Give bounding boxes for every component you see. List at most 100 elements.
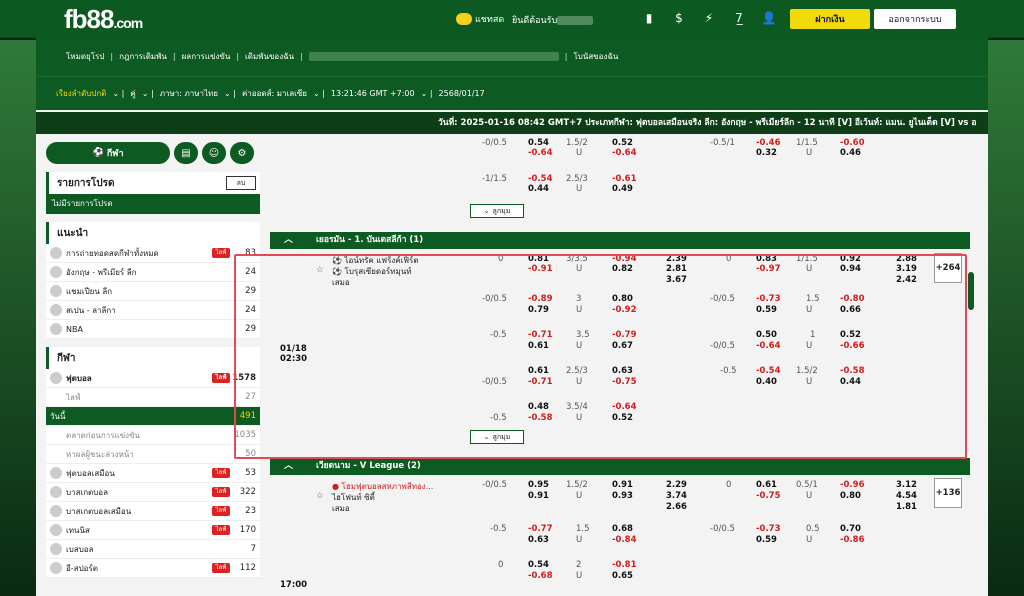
sidebar-item-recommended[interactable]: NBA 29	[46, 320, 260, 339]
settings-icon[interactable]: ⚙	[230, 142, 254, 164]
sport-icon	[50, 372, 62, 384]
match-time: 02:30	[280, 354, 308, 364]
settings-bar: เรียงลำดับปกติ ⌄ | คู่ ⌄ | ภาษา: ภาษาไทย ⌄ …	[36, 76, 988, 110]
favorites-title: รายการโปรด	[57, 177, 115, 189]
league-icon	[50, 323, 62, 335]
logo[interactable]: fb88.com	[64, 4, 143, 35]
live-badge: ไลฟ์	[212, 373, 230, 383]
logout-button[interactable]: ออกจากระบบ	[874, 9, 956, 29]
sidebar-item-sport[interactable]: วันนี้ 491	[46, 407, 260, 426]
nav-links: โหมดยุโรป | กฎการเดิมพัน | ผลการแข่งขัน | เ…	[36, 36, 988, 76]
live-badge: ไลฟ์	[212, 248, 230, 258]
sidebar-item-recommended[interactable]: อังกฤษ - พรีเมียร์ ลีก 24	[46, 263, 260, 282]
777-icon[interactable]: 7̲	[730, 11, 748, 25]
username-blurred	[557, 16, 594, 25]
favorites-empty: ไม่มีรายการโปรด	[46, 194, 260, 214]
nav-europe[interactable]: โหมดยุโรป	[66, 50, 104, 63]
league-header-bundesliga[interactable]: ︿ เยอรมัน - 1. บันเดสลีก้า (1)	[270, 232, 970, 249]
sports-section: กีฬา ฟุตบอล ไลฟ์ 1578 ไลฟ์ 27 วันนี้ 491 ตลาดก่…	[46, 347, 260, 578]
left-banner-decoration	[0, 40, 40, 596]
recommended-title: แนะนำ	[46, 222, 260, 244]
corners-expand-button[interactable]: ⌄ ลูกมุม	[470, 430, 524, 444]
sidebar-item-sport[interactable]: อี-สปอร์ต ไลฟ์ 112	[46, 559, 260, 578]
match-date: 01/18	[280, 344, 307, 354]
more-markets-button[interactable]: +136	[934, 478, 962, 508]
chevron-down-icon: ⌄	[483, 207, 490, 215]
league-icon	[50, 266, 62, 278]
favorites-section: รายการโปรด ลบ ไม่มีรายการโปรด	[46, 172, 260, 214]
sidebar-item-sport[interactable]: ไลฟ์ 27	[46, 388, 260, 407]
sidebar-item-recommended[interactable]: สเปน - ลาลีกา 24	[46, 301, 260, 320]
league-header-vleague[interactable]: ︿ เวียดนาม - V League (2)	[270, 458, 970, 475]
date: 2568/01/17	[438, 89, 485, 98]
delete-favorites-button[interactable]: ลบ	[226, 176, 256, 190]
odds-format-dropdown[interactable]: ค่าออดส์: มาเลเซีย	[242, 87, 307, 100]
club-logo-icon: ⚽	[332, 267, 345, 276]
odds-table: -0/0.5 0.54 -0.64 1.5/2 U 0.52 -0.64 -0.…	[270, 134, 970, 596]
star-icon[interactable]: ☆	[316, 265, 324, 275]
sport-icon	[50, 486, 62, 498]
more-markets-button[interactable]: +264	[934, 253, 962, 283]
sport-icon	[50, 562, 62, 574]
live-chat-link[interactable]: แชทสด	[456, 12, 504, 26]
sport-icon	[50, 524, 62, 536]
match-time: 17:00	[280, 580, 308, 590]
refresh-icon[interactable]: ⚡	[700, 11, 718, 25]
sport-button[interactable]: ⚽ กีฬา	[46, 142, 170, 164]
sidebar-item-recommended[interactable]: แชมเปียน ลีก 29	[46, 282, 260, 301]
sidebar-item-sport[interactable]: หาผลผู้ชนะล่วงหน้า 50	[46, 445, 260, 464]
live-badge: ไลฟ์	[212, 468, 230, 478]
sidebar-item-sport[interactable]: บาสเกตบอลเสมือน ไลฟ์ 23	[46, 502, 260, 521]
sidebar-item-sport[interactable]: ฟุตบอลเสมือน ไลฟ์ 53	[46, 464, 260, 483]
betslip-icon[interactable]: ▤	[174, 142, 198, 164]
recommended-section: แนะนำ การถ่ายทอดสดกีฬาทั้งหมด ไลฟ์ 83 อังกฤ…	[46, 222, 260, 339]
star-icon[interactable]: ☆	[316, 491, 324, 501]
news-ticker: วันที่: 2025-01-16 08:42 GMT+7 ประเภทกีฬ…	[36, 112, 988, 134]
corners-expand-button[interactable]: ⌄ ลูกมุม	[470, 204, 524, 218]
right-banner-decoration	[988, 40, 1024, 596]
live-badge: ไลฟ์	[212, 563, 230, 573]
ball-icon: ⚽	[92, 148, 107, 158]
live-badge: ไลฟ์	[212, 506, 230, 516]
chevron-down-icon: ⌄	[483, 433, 490, 441]
blurred-nav	[308, 51, 559, 61]
language-dropdown[interactable]: ภาษา: ภาษาไทย	[160, 87, 218, 100]
odds-type-dropdown[interactable]: คู่	[130, 87, 135, 100]
club-logo-icon: ⚽	[332, 256, 345, 265]
sports-title: กีฬา	[46, 347, 260, 369]
sidebar-item-sport[interactable]: บาสเกตบอล ไลฟ์ 322	[46, 483, 260, 502]
main-panel: โหมดยุโรป | กฎการเดิมพัน | ผลการแข่งขัน | เ…	[36, 36, 988, 596]
user-icon[interactable]: 👤	[760, 11, 778, 25]
chat-icon	[456, 13, 472, 25]
sport-icon	[50, 505, 62, 517]
clock: 13:21:46 GMT +7:00	[330, 89, 415, 98]
live-icon: ●	[332, 482, 342, 491]
welcome-text: ยินดีต้อนรับ	[512, 13, 594, 27]
league-icon	[50, 304, 62, 316]
sidebar: ⚽ กีฬา ▤ ☺ ⚙ รายการโปรด ลบ ไม่มีรายการโปร…	[46, 142, 260, 596]
sport-icon	[50, 543, 62, 555]
draw-label: เสมอ	[332, 278, 350, 287]
topbar-icons: ▮ $ ⚡ 7̲ 👤 ☰	[640, 11, 808, 25]
sidebar-item-sport[interactable]: ตลาดก่อนการแข่งขัน 1035	[46, 426, 260, 445]
nav-my-bets[interactable]: เดิมพันของฉัน	[245, 50, 294, 63]
live-badge: ไลฟ์	[212, 487, 230, 497]
sidebar-item-sport[interactable]: เบสบอล 7	[46, 540, 260, 559]
profile-icon[interactable]: ☺	[202, 142, 226, 164]
sidebar-item-sport[interactable]: ฟุตบอล ไลฟ์ 1578	[46, 369, 260, 388]
nav-results[interactable]: ผลการแข่งขัน	[182, 50, 231, 63]
nav-rules[interactable]: กฎการเดิมพัน	[119, 50, 167, 63]
sport-icon	[50, 467, 62, 479]
deposit-button[interactable]: ฝากเงิน	[790, 9, 870, 29]
league-icon	[50, 285, 62, 297]
live-badge: ไลฟ์	[212, 525, 230, 535]
dollar-icon[interactable]: $	[670, 11, 688, 25]
chevron-up-icon: ︿	[284, 235, 294, 245]
sidebar-item-sport[interactable]: เทนนิส ไลฟ์ 170	[46, 521, 260, 540]
scrollbar-thumb[interactable]	[968, 272, 974, 310]
sort-dropdown[interactable]: เรียงลำดับปกติ	[56, 87, 106, 100]
card-icon[interactable]: ▮	[640, 11, 658, 25]
sidebar-item-recommended[interactable]: การถ่ายทอดสดกีฬาทั้งหมด ไลฟ์ 83	[46, 244, 260, 263]
chevron-up-icon: ︿	[284, 461, 294, 471]
nav-my-bonus[interactable]: โบนัสของฉัน	[573, 50, 618, 63]
